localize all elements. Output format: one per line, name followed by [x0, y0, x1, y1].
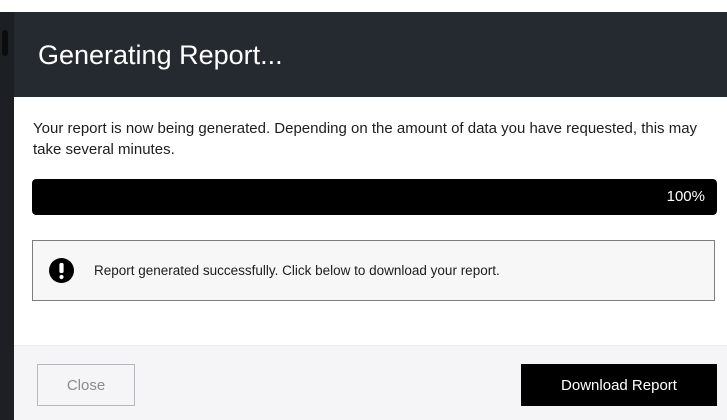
dialog-title: Generating Report...	[38, 40, 283, 70]
progress-bar: 100%	[32, 179, 717, 215]
progress-fill	[32, 179, 717, 215]
dialog-description: Your report is now being generated. Depe…	[33, 120, 698, 158]
dialog-header: Generating Report...	[14, 12, 727, 97]
backdrop-top-edge	[0, 0, 727, 12]
download-report-button[interactable]: Download Report	[521, 364, 717, 406]
page-backdrop	[0, 0, 14, 420]
progress-label: 100%	[666, 188, 705, 205]
generating-report-dialog: Generating Report... Your report is now …	[14, 12, 727, 420]
alert-message: Report generated successfully. Click bel…	[94, 263, 500, 278]
dialog-body: Your report is now being generated. Depe…	[14, 97, 727, 345]
dialog-footer: Close Download Report	[14, 345, 727, 420]
backdrop-content	[2, 30, 8, 56]
exclamation-icon	[49, 258, 74, 283]
close-button[interactable]: Close	[37, 364, 135, 406]
success-alert: Report generated successfully. Click bel…	[32, 240, 715, 301]
